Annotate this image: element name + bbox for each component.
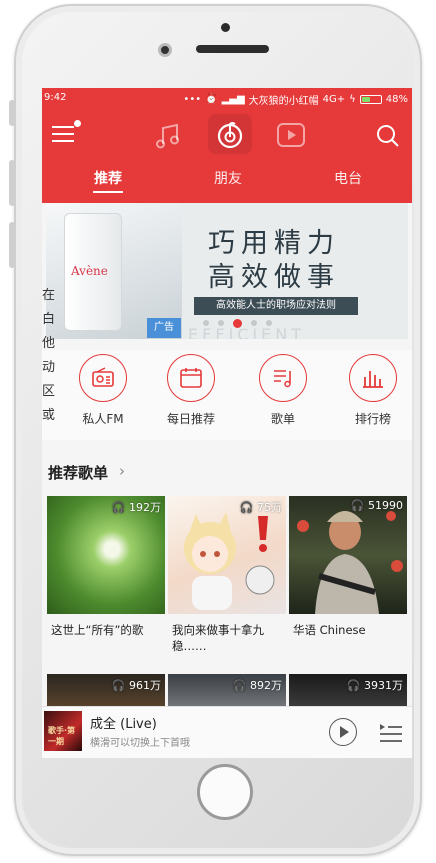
brand-name: Avène bbox=[71, 264, 108, 278]
quick-item-charts[interactable]: 排行榜 bbox=[338, 354, 408, 427]
playlist-card[interactable]: 🎧 192万 这世上“所有”的歌 bbox=[47, 496, 165, 638]
playlist-title: 我向来做事十拿九稳…… bbox=[172, 623, 264, 653]
quick-label: 私人FM bbox=[82, 412, 124, 426]
banner-title-line2: 高效做事 bbox=[208, 262, 340, 293]
more-dots-icon: ••• bbox=[183, 94, 202, 105]
carousel-indicator bbox=[203, 319, 272, 328]
quick-label: 每日推荐 bbox=[166, 412, 215, 426]
carousel-dot[interactable] bbox=[233, 319, 242, 328]
overlay-char: 或 bbox=[42, 408, 56, 423]
tab-radio[interactable]: 电台 bbox=[334, 168, 362, 188]
carousel-dot[interactable] bbox=[203, 320, 209, 326]
mute-switch bbox=[9, 100, 15, 126]
quick-item-daily[interactable]: 每日推荐 bbox=[156, 354, 226, 427]
play-count: 🎧 192万 bbox=[111, 501, 161, 514]
play-button[interactable] bbox=[329, 718, 357, 746]
album-art[interactable]: 歌手·第一期 bbox=[44, 711, 82, 751]
playlist-cover: 🎧 51990 bbox=[289, 496, 407, 614]
battery-percent: 48% bbox=[385, 94, 408, 105]
tab-recommend[interactable]: 推荐 bbox=[94, 168, 122, 188]
play-count: 🎧 3931万 bbox=[346, 679, 403, 692]
player-hint: 横滑可以切换上下首哦 bbox=[90, 738, 190, 749]
charging-icon: ϟ bbox=[349, 94, 356, 105]
radio-icon bbox=[79, 354, 127, 402]
quick-label: 歌单 bbox=[270, 412, 295, 426]
playlist-card[interactable]: 🎧 51990 华语 Chinese bbox=[289, 496, 407, 638]
calendar-icon bbox=[167, 354, 215, 402]
song-title: 成全 (Live) bbox=[90, 717, 157, 732]
album-art-text: 歌手·第一期 bbox=[48, 726, 76, 746]
home-button[interactable] bbox=[197, 764, 253, 820]
left-overlay-text: 在白他动区或 bbox=[42, 284, 56, 428]
playlist-queue-icon[interactable] bbox=[378, 721, 404, 743]
tab-friends[interactable]: 朋友 bbox=[214, 168, 242, 188]
status-time: 9:42 bbox=[44, 92, 67, 103]
quick-item-playlist[interactable]: 歌单 bbox=[248, 354, 318, 427]
earpiece-speaker bbox=[196, 45, 269, 53]
chart-bars-icon bbox=[349, 354, 397, 402]
netease-logo-icon[interactable] bbox=[213, 118, 247, 152]
carousel-dot[interactable] bbox=[266, 320, 272, 326]
carrier-name: 大灰狼的小红帽 bbox=[248, 96, 319, 107]
mini-player[interactable]: 歌手·第一期 成全 (Live) 横滑可以切换上下首哦 bbox=[42, 706, 412, 758]
music-icon[interactable] bbox=[152, 118, 186, 152]
top-bar bbox=[42, 112, 412, 156]
nav-tabs: 推荐 朋友 电台 bbox=[42, 166, 412, 196]
menu-icon[interactable] bbox=[52, 126, 76, 144]
ad-badge: 广告 bbox=[147, 318, 181, 338]
play-count: 🎧 892万 bbox=[232, 679, 282, 692]
alarm-icon: ⏰ bbox=[205, 94, 218, 105]
overlay-char: 他 bbox=[42, 336, 56, 351]
quick-label: 排行榜 bbox=[354, 412, 391, 426]
notification-dot bbox=[74, 120, 81, 127]
quick-entries: 私人FM 每日推荐 歌单 排行榜 bbox=[42, 350, 412, 440]
playlist-icon bbox=[259, 354, 307, 402]
playlist-cover: 🎧 192万 bbox=[47, 496, 165, 614]
overlay-char: 白 bbox=[42, 312, 56, 327]
overlay-char: 动 bbox=[42, 360, 56, 375]
volume-down-button bbox=[9, 222, 15, 268]
video-icon[interactable] bbox=[274, 118, 308, 152]
carousel-dot[interactable] bbox=[251, 320, 257, 326]
battery-icon bbox=[359, 95, 382, 104]
playlist-title: 这世上“所有”的歌 bbox=[51, 623, 144, 637]
banner-subtitle: 高效能人士的职场应对法则 bbox=[194, 297, 358, 315]
status-bar: 9:42 ••• ⏰ ▂▄▆ 大灰狼的小红帽 4G+ ϟ 48% bbox=[42, 88, 412, 108]
app-header: 9:42 ••• ⏰ ▂▄▆ 大灰狼的小红帽 4G+ ϟ 48% 推荐 朋友 电… bbox=[42, 88, 412, 203]
play-count: 🎧 51990 bbox=[350, 499, 403, 512]
overlay-char: 在 bbox=[42, 288, 56, 303]
status-indicators: ••• ⏰ ▂▄▆ 大灰狼的小红帽 4G+ ϟ 48% bbox=[183, 92, 408, 107]
proximity-sensor bbox=[221, 23, 230, 32]
playlist-cover: 🎧 75万 bbox=[168, 496, 286, 614]
search-icon[interactable] bbox=[376, 124, 400, 148]
network-type: 4G+ bbox=[322, 94, 346, 105]
tab-underline bbox=[93, 191, 123, 193]
play-count: 🎧 75万 bbox=[239, 501, 282, 514]
banner-carousel[interactable]: Avène 巧用精力 高效做事 高效能人士的职场应对法则 EFFICIENT 广… bbox=[46, 203, 408, 339]
play-count: 🎧 961万 bbox=[111, 679, 161, 692]
carousel-dot[interactable] bbox=[218, 320, 224, 326]
volume-up-button bbox=[9, 160, 15, 206]
product-bottle: Avène bbox=[64, 213, 122, 331]
chevron-right-icon[interactable]: › bbox=[119, 462, 125, 480]
overlay-char: 区 bbox=[42, 384, 56, 399]
front-camera bbox=[158, 43, 172, 57]
playlist-card[interactable]: 🎧 75万 我向来做事十拿九稳…… bbox=[168, 496, 286, 654]
signal-icon: ▂▄▆ bbox=[221, 94, 245, 105]
app-screen: 9:42 ••• ⏰ ▂▄▆ 大灰狼的小红帽 4G+ ϟ 48% 推荐 朋友 电… bbox=[42, 88, 412, 758]
quick-item-fm[interactable]: 私人FM bbox=[68, 354, 138, 427]
playlist-title: 华语 Chinese bbox=[293, 623, 366, 637]
section-title[interactable]: 推荐歌单 bbox=[48, 462, 108, 483]
